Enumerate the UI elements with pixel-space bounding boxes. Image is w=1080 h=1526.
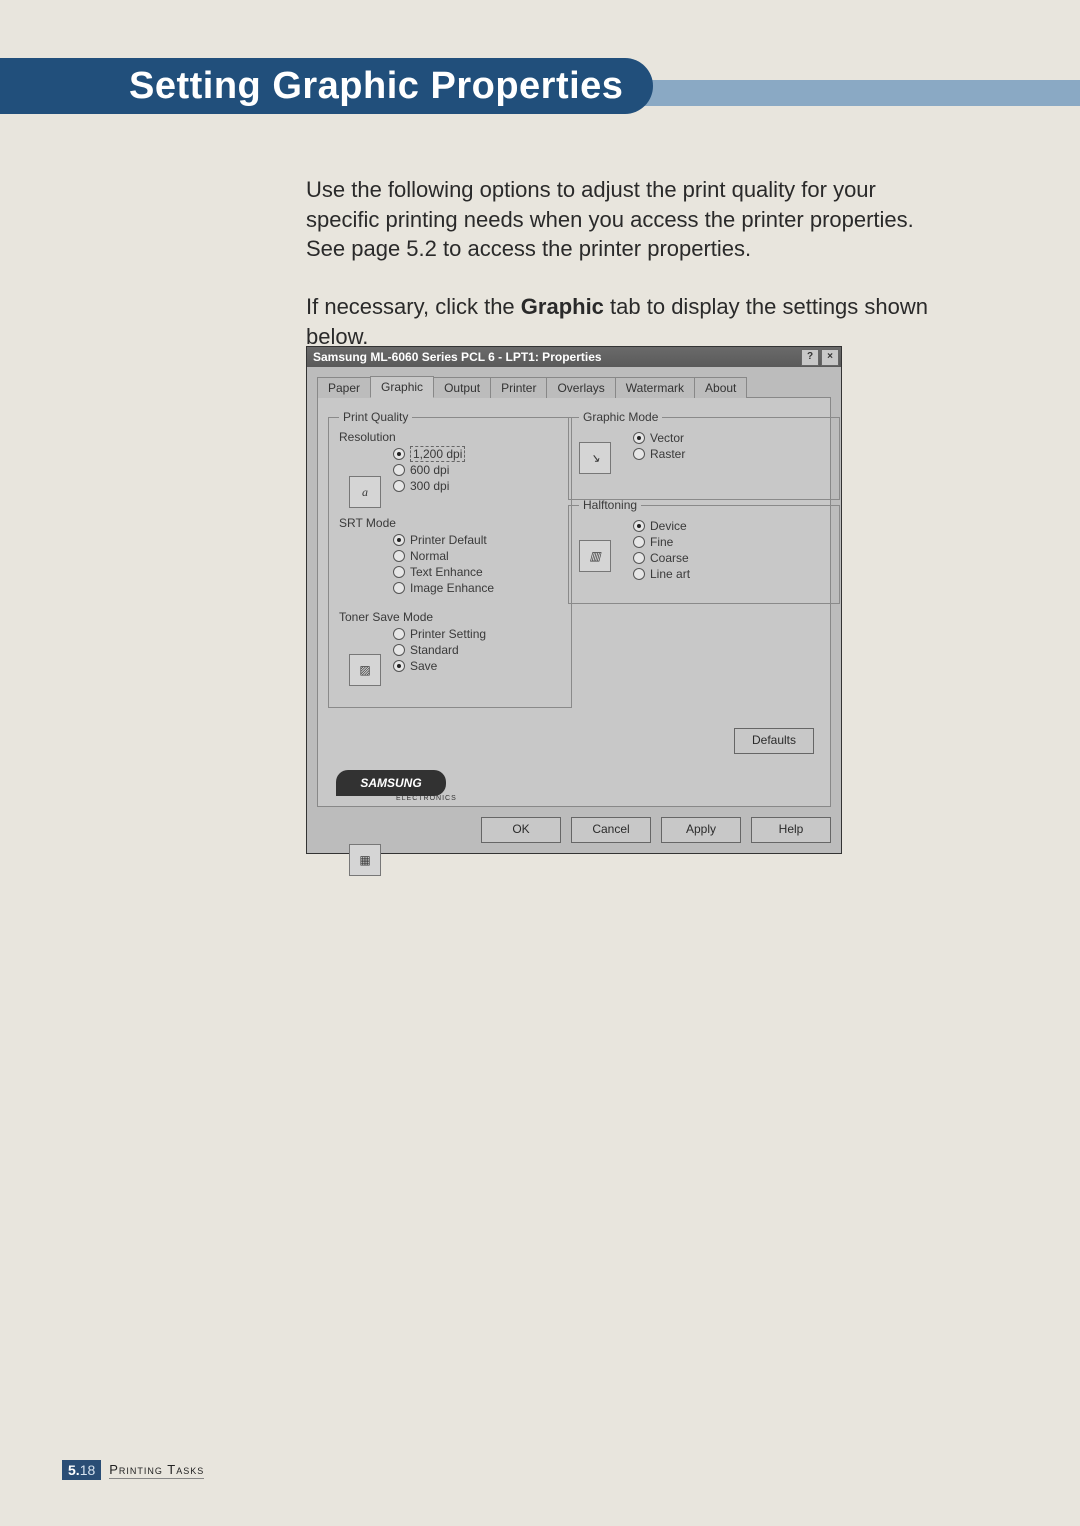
tab-paper[interactable]: Paper	[317, 377, 371, 398]
radio-ht-coarse-label: Coarse	[650, 551, 689, 565]
dialog-button-row: OK Cancel Apply Help	[317, 817, 831, 843]
tab-graphic[interactable]: Graphic	[370, 376, 434, 398]
radio-toner-printer-setting[interactable]: Printer Setting	[393, 626, 561, 642]
radio-ht-device[interactable]: Device	[633, 518, 829, 534]
page-footer: 5.18 Printing Tasks	[62, 1460, 204, 1480]
radio-ht-device-label: Device	[650, 519, 687, 533]
radio-vector-label: Vector	[650, 431, 684, 445]
radio-toner-printer-setting-label: Printer Setting	[410, 627, 486, 641]
radio-srt-text-enhance-label: Text Enhance	[410, 565, 483, 579]
ok-button[interactable]: OK	[481, 817, 561, 843]
toner-save-label: Toner Save Mode	[339, 610, 561, 624]
cancel-button[interactable]: Cancel	[571, 817, 651, 843]
radio-srt-printer-default[interactable]: Printer Default	[393, 532, 561, 548]
dialog-titlebar: Samsung ML-6060 Series PCL 6 - LPT1: Pro…	[307, 347, 841, 367]
page-number: 18	[80, 1462, 96, 1478]
radio-srt-image-enhance-label: Image Enhance	[410, 581, 494, 595]
intro2-bold: Graphic	[521, 294, 604, 319]
graphic-tab-panel: Print Quality Resolution a 1,200 dpi 600…	[317, 398, 831, 807]
radio-ht-lineart[interactable]: Line art	[633, 566, 829, 582]
chapter-number: 5.	[68, 1462, 80, 1478]
radio-srt-normal-label: Normal	[410, 549, 449, 563]
radio-srt-printer-default-label: Printer Default	[410, 533, 487, 547]
radio-toner-save-label: Save	[410, 659, 437, 673]
radio-ht-lineart-label: Line art	[650, 567, 690, 581]
radio-srt-normal[interactable]: Normal	[393, 548, 561, 564]
radio-ht-fine[interactable]: Fine	[633, 534, 829, 550]
graphic-mode-legend: Graphic Mode	[579, 410, 662, 424]
graphic-mode-icon: ↘	[579, 442, 611, 474]
graphic-mode-group: Graphic Mode ↘ Vector Raster	[568, 410, 840, 500]
intro-paragraph-1: Use the following options to adjust the …	[306, 175, 946, 264]
print-quality-legend: Print Quality	[339, 410, 412, 424]
resolution-icon: a	[349, 476, 381, 508]
srt-mode-label: SRT Mode	[339, 516, 561, 530]
dialog-title: Samsung ML-6060 Series PCL 6 - LPT1: Pro…	[313, 350, 602, 364]
samsung-logo-sub: ELECTRONICS	[396, 795, 457, 802]
radio-1200dpi[interactable]: 1,200 dpi	[393, 446, 561, 462]
intro-paragraph-2: If necessary, click the Graphic tab to d…	[306, 292, 946, 351]
radio-srt-image-enhance[interactable]: Image Enhance	[393, 580, 561, 596]
radio-300dpi-label: 300 dpi	[410, 479, 449, 493]
footer-section-name: Printing Tasks	[109, 1462, 204, 1479]
apply-button[interactable]: Apply	[661, 817, 741, 843]
close-icon[interactable]: ×	[821, 349, 839, 366]
radio-toner-standard[interactable]: Standard	[393, 642, 561, 658]
tab-watermark[interactable]: Watermark	[615, 377, 695, 398]
radio-600dpi[interactable]: 600 dpi	[393, 462, 561, 478]
help-icon[interactable]: ?	[801, 349, 819, 366]
resolution-label: Resolution	[339, 430, 561, 444]
tab-overlays[interactable]: Overlays	[546, 377, 615, 398]
print-quality-group: Print Quality Resolution a 1,200 dpi 600…	[328, 410, 572, 708]
radio-1200dpi-label: 1,200 dpi	[410, 446, 465, 462]
page-heading-band: Setting Graphic Properties	[0, 58, 1080, 128]
radio-ht-fine-label: Fine	[650, 535, 673, 549]
help-button[interactable]: Help	[751, 817, 831, 843]
page-title: Setting Graphic Properties	[105, 58, 653, 114]
tab-output[interactable]: Output	[433, 377, 491, 398]
tab-strip: Paper Graphic Output Printer Overlays Wa…	[317, 375, 831, 398]
intro2-pre: If necessary, click the	[306, 294, 521, 319]
radio-vector[interactable]: Vector	[633, 430, 829, 446]
tab-about[interactable]: About	[694, 377, 747, 398]
radio-toner-standard-label: Standard	[410, 643, 459, 657]
page-number-badge: 5.18	[62, 1460, 101, 1480]
halftoning-group: Halftoning ▥ Device Fine Coarse Line art	[568, 498, 840, 604]
radio-raster[interactable]: Raster	[633, 446, 829, 462]
radio-srt-text-enhance[interactable]: Text Enhance	[393, 564, 561, 580]
halftoning-legend: Halftoning	[579, 498, 641, 512]
radio-raster-label: Raster	[650, 447, 685, 461]
halftoning-icon: ▥	[579, 540, 611, 572]
radio-toner-save[interactable]: Save	[393, 658, 561, 674]
properties-dialog: Samsung ML-6060 Series PCL 6 - LPT1: Pro…	[306, 346, 842, 854]
radio-ht-coarse[interactable]: Coarse	[633, 550, 829, 566]
radio-600dpi-label: 600 dpi	[410, 463, 449, 477]
defaults-button[interactable]: Defaults	[734, 728, 814, 754]
radio-300dpi[interactable]: 300 dpi	[393, 478, 561, 494]
tab-printer[interactable]: Printer	[490, 377, 547, 398]
samsung-logo: SAMSUNG	[336, 770, 446, 796]
toner-icon: ▦	[349, 844, 381, 876]
